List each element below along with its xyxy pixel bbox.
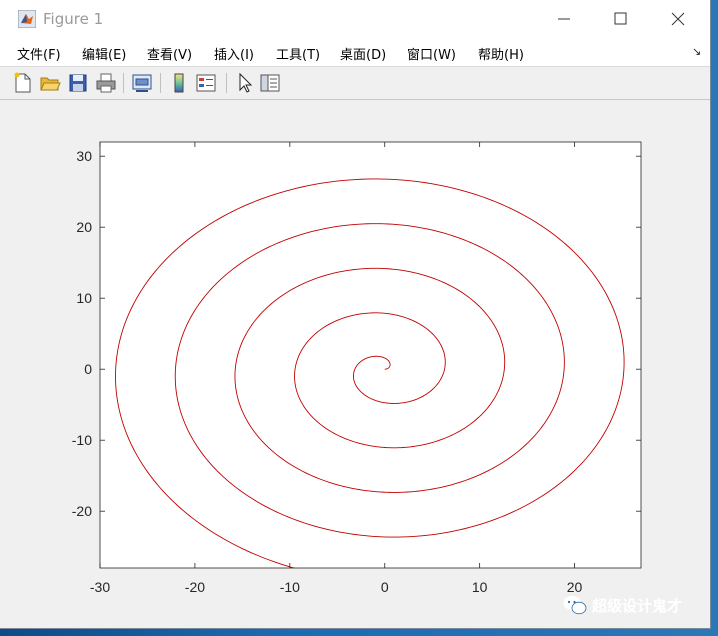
toolbar-separator <box>226 73 227 93</box>
axes-background <box>100 142 641 568</box>
x-tick-label: 20 <box>567 579 583 595</box>
close-icon[interactable] <box>666 8 690 30</box>
y-tick-label: 0 <box>84 361 92 377</box>
watermark: 超级设计鬼才 <box>562 594 682 616</box>
menu-window[interactable]: 窗口(W) <box>407 44 456 63</box>
link-plot-icon[interactable] <box>130 71 154 95</box>
menu-view[interactable]: 查看(V) <box>147 44 192 63</box>
x-tick-label: -30 <box>90 579 110 595</box>
y-tick-label: -20 <box>72 503 92 519</box>
new-file-icon[interactable] <box>11 71 35 95</box>
property-editor-icon[interactable] <box>258 71 282 95</box>
minimize-icon[interactable] <box>552 8 576 30</box>
figure-plot-area[interactable]: -30 -20 -10 0 10 20 -20 -10 0 10 20 30 <box>0 100 710 600</box>
wechat-logo-icon <box>563 596 587 615</box>
colorbar-icon[interactable] <box>167 71 191 95</box>
pointer-icon[interactable] <box>233 71 257 95</box>
menu-tools[interactable]: 工具(T) <box>276 44 320 63</box>
title-bar[interactable]: Figure 1 <box>0 0 710 38</box>
y-tick-label: 30 <box>76 148 92 164</box>
maximize-icon[interactable] <box>608 8 632 30</box>
menu-edit[interactable]: 编辑(E) <box>82 44 126 63</box>
toolbar-separator <box>123 73 124 93</box>
menu-insert[interactable]: 插入(I) <box>214 44 254 63</box>
menu-bar: 文件(F) 编辑(E) 查看(V) 插入(I) 工具(T) 桌面(D) 窗口(W… <box>0 38 710 67</box>
y-tick-label: 20 <box>76 219 92 235</box>
menu-desktop[interactable]: 桌面(D) <box>340 44 386 63</box>
x-tick-label: 0 <box>381 579 389 595</box>
x-tick-label: -10 <box>280 579 300 595</box>
watermark-text: 超级设计鬼才 <box>592 597 683 615</box>
menu-help[interactable]: 帮助(H) <box>478 44 524 63</box>
legend-icon[interactable] <box>194 71 218 95</box>
y-tick-label: -10 <box>72 432 92 448</box>
toolbar <box>0 67 710 100</box>
matlab-logo-icon <box>18 10 36 28</box>
menu-file[interactable]: 文件(F) <box>17 44 61 63</box>
save-icon[interactable] <box>66 71 90 95</box>
toolbar-separator <box>160 73 161 93</box>
dock-arrow-icon[interactable]: ↘ <box>692 45 701 58</box>
x-tick-label: -20 <box>185 579 205 595</box>
print-icon[interactable] <box>94 71 118 95</box>
window-title: Figure 1 <box>43 10 104 28</box>
open-folder-icon[interactable] <box>38 71 62 95</box>
x-tick-label: 10 <box>472 579 488 595</box>
y-tick-label: 10 <box>76 290 92 306</box>
figure-window: Figure 1 文件(F) 编辑(E) 查看(V) 插入(I) 工具(T) 桌… <box>0 0 711 629</box>
